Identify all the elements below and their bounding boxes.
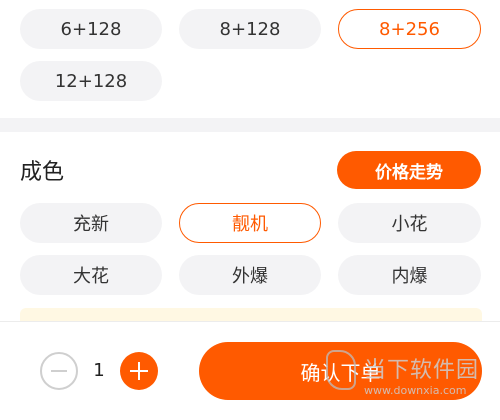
spec-option-12-128[interactable]: 12+128 [20,61,162,101]
quantity-decrease-button[interactable] [40,352,78,390]
spec-option-8-128[interactable]: 8+128 [179,9,321,49]
condition-title: 成色 [20,160,65,185]
condition-option-like-new[interactable]: 充新 [20,203,162,243]
confirm-order-button[interactable]: 确认下单 [199,342,482,400]
section-divider [0,118,500,132]
condition-option-inner-crack[interactable]: 内爆 [338,255,481,295]
price-trend-button[interactable]: 价格走势 [337,151,481,189]
minus-icon [51,370,67,372]
condition-option-good[interactable]: 靓机 [179,203,321,243]
condition-option-heavy-wear[interactable]: 大花 [20,255,162,295]
quantity-value: 1 [93,360,105,381]
spec-option-8-256[interactable]: 8+256 [338,9,481,49]
condition-option-minor-wear[interactable]: 小花 [338,203,481,243]
spec-option-6-128[interactable]: 6+128 [20,9,162,49]
condition-option-outer-crack[interactable]: 外爆 [179,255,321,295]
quantity-increase-button[interactable] [120,352,158,390]
